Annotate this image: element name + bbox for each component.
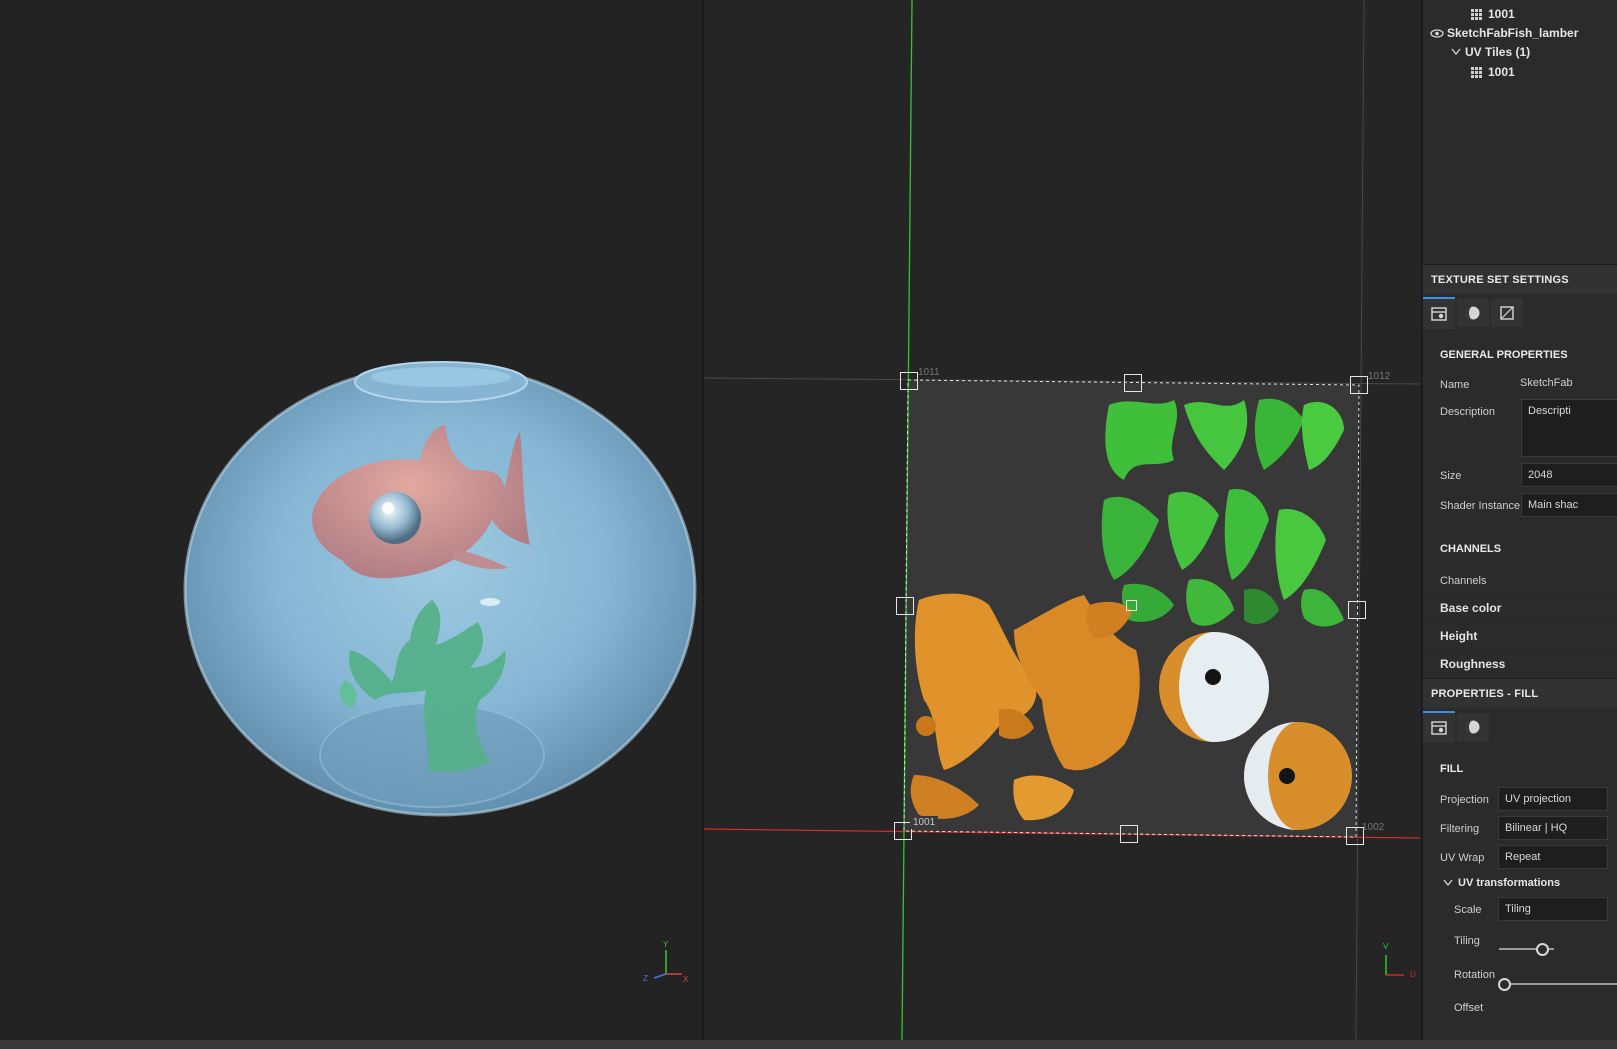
scale-dropdown[interactable]: Tiling <box>1498 897 1608 921</box>
channel-roughness[interactable]: Roughness <box>1423 650 1617 676</box>
axis-y-label: Y <box>663 940 669 949</box>
eye-icon[interactable] <box>1430 28 1444 38</box>
uv-transformations-title: UV transformations <box>1458 877 1561 889</box>
uv-handle-top-right[interactable] <box>1350 376 1368 394</box>
offset-label: Offset <box>1454 1002 1484 1014</box>
fishbowl-render <box>183 361 697 817</box>
rotation-slider-knob[interactable] <box>1498 978 1511 991</box>
uv-axis-v-label: V <box>1383 942 1389 951</box>
scale-label: Scale <box>1454 904 1482 916</box>
viewport-3d[interactable]: Y X Z <box>0 0 702 1040</box>
channel-height[interactable]: Height <box>1423 622 1617 648</box>
rotation-label: Rotation <box>1454 969 1495 981</box>
name-value[interactable]: SketchFab <box>1520 377 1573 389</box>
uv-handle-bottom-mid[interactable] <box>1120 825 1138 843</box>
uv-handle-mid-left[interactable] <box>896 597 914 615</box>
uv-handle-top-left[interactable] <box>900 372 918 390</box>
tile-label-1012: 1012 <box>1368 371 1391 382</box>
settings-panel-icon <box>1431 307 1447 321</box>
projection-dropdown[interactable]: UV projection <box>1498 787 1608 811</box>
tile-label-1002: 1002 <box>1362 822 1385 833</box>
channel-base-color[interactable]: Base color <box>1423 594 1617 620</box>
status-strip <box>0 1040 1617 1049</box>
description-field[interactable]: Descripti <box>1521 399 1617 457</box>
general-properties-title: GENERAL PROPERTIES <box>1440 349 1568 361</box>
uv-tile-grid-icon <box>1471 66 1482 78</box>
projection-label: Projection <box>1440 794 1489 806</box>
tab-general[interactable] <box>1423 297 1455 329</box>
right-panel: 1001 SketchFabFish_lamber UV Tiles (1) 1… <box>1421 0 1617 1040</box>
tree-item-tile-1001-b[interactable]: 1001 <box>1471 63 1515 81</box>
tiling-slider-knob[interactable] <box>1535 943 1549 956</box>
uv-transformations-toggle[interactable]: UV transformations <box>1443 877 1560 889</box>
fill-title: FILL <box>1440 763 1464 775</box>
tile-label-1011: 1011 <box>918 367 940 378</box>
shader-instance-label: Shader Instance <box>1440 500 1521 512</box>
settings-panel-icon <box>1431 721 1447 735</box>
tree-item-uv-tiles[interactable]: UV Tiles (1) <box>1451 43 1530 61</box>
tab-fill-properties[interactable] <box>1423 711 1455 743</box>
texture-set-settings-header[interactable]: TEXTURE SET SETTINGS <box>1423 264 1617 294</box>
tile-label-1001: 1001 <box>910 816 939 829</box>
tab-fill-material[interactable] <box>1457 713 1489 741</box>
sphere-icon <box>1466 306 1480 320</box>
tree-item-label: 1001 <box>1488 65 1515 79</box>
uv-wrap-dropdown[interactable]: Repeat <box>1498 845 1608 869</box>
tree-item-label: 1001 <box>1488 7 1515 21</box>
axis-z-label: Z <box>643 974 648 983</box>
axis-x-label: X <box>683 975 689 984</box>
chevron-down-icon[interactable] <box>1451 48 1461 56</box>
description-label: Description <box>1440 406 1496 418</box>
tree-item-texture-set[interactable]: SketchFabFish_lamber <box>1430 24 1578 42</box>
tree-item-label: SketchFabFish_lamber <box>1447 26 1579 40</box>
shader-instance-field[interactable]: Main shac <box>1521 493 1617 517</box>
size-field[interactable]: 2048 <box>1521 463 1617 487</box>
texture-set-tabbar <box>1423 297 1617 329</box>
channels-title: CHANNELS <box>1440 543 1502 555</box>
tree-item-tile-1001-a[interactable]: 1001 <box>1471 5 1515 23</box>
viewport-2d-uv[interactable]: 1011 1012 1001 1002 V U <box>704 0 1420 1040</box>
name-label: Name <box>1440 379 1470 391</box>
filtering-label: Filtering <box>1440 823 1480 835</box>
properties-fill-header[interactable]: PROPERTIES - FILL <box>1423 678 1617 708</box>
uv-canvas <box>704 0 1420 1040</box>
tree-item-label: UV Tiles (1) <box>1465 45 1531 59</box>
section-title: TEXTURE SET SETTINGS <box>1431 273 1569 286</box>
section-title: PROPERTIES - FILL <box>1431 687 1539 700</box>
chevron-down-icon <box>1443 879 1453 887</box>
rotation-slider[interactable] <box>1504 983 1617 985</box>
uv-square-icon <box>1500 306 1514 320</box>
uv-wrap-label: UV Wrap <box>1440 852 1485 864</box>
tab-material[interactable] <box>1457 299 1489 327</box>
size-label: Size <box>1440 470 1462 482</box>
filtering-dropdown[interactable]: Bilinear | HQ <box>1498 816 1608 840</box>
uv-handle-center[interactable] <box>1126 600 1137 611</box>
uv-tile-grid-icon <box>1471 8 1482 20</box>
channels-label: Channels <box>1440 575 1487 587</box>
uv-axis-u-label: U <box>1410 970 1416 979</box>
tab-uv[interactable] <box>1491 299 1523 327</box>
uv-handle-mid-right[interactable] <box>1348 601 1366 619</box>
sphere-icon <box>1466 720 1480 734</box>
properties-tabbar <box>1423 711 1617 743</box>
uv-handle-top-mid[interactable] <box>1124 374 1142 392</box>
tiling-label: Tiling <box>1454 935 1480 947</box>
